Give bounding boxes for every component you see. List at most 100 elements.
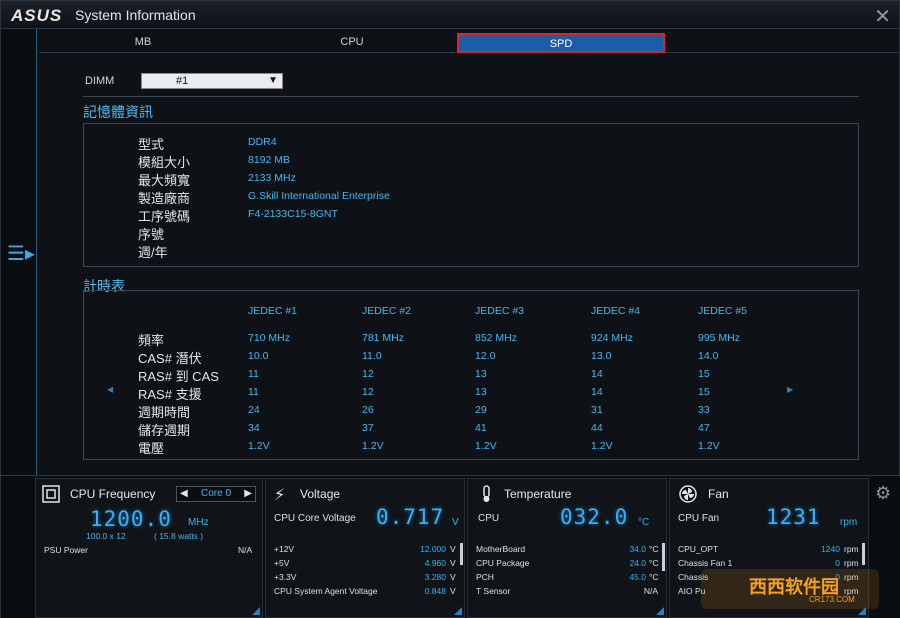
timing-cell: 33 [698,404,710,416]
timing-row-label: 儲存週期 [138,423,191,438]
voltage-row-label: +3.3V [274,572,297,582]
voltage-row-unit: V [450,586,456,596]
fan-row-unit: rpm [844,544,859,554]
cpu-frequency-panel[interactable]: CPU Frequency ◀ Core 0 ▶ 1200.0 MHz 100.… [35,478,263,618]
cpu-temperature-value: 032.0 [560,505,629,529]
asus-logo: ASUS [11,6,63,25]
cpu-frequency-value: 1200.0 [90,507,172,531]
temperature-panel[interactable]: Temperature CPU 032.0 °C MotherBoard 34.… [467,478,667,618]
timing-cell: 24 [248,404,260,416]
timing-cell: 44 [591,422,603,434]
cpu-core-voltage-value: 0.717 [376,505,445,529]
cpu-frequency-unit: MHz [188,517,209,528]
chevron-down-icon: ▼ [268,75,278,86]
dimm-selected-value: #1 [176,75,189,87]
tab-cpu[interactable]: CPU [247,33,457,53]
part-number-label: 工序號碼 [138,209,191,224]
temp-row-unit: °C [649,572,659,582]
voltage-row-value: 3.280 [424,572,446,582]
voltage-row-label: +12V [274,544,295,554]
memory-type-label: 型式 [138,137,165,152]
cpu-chip-icon [42,485,60,503]
core-next-icon[interactable]: ▶ [244,487,252,501]
voltage-row-label: +5V [274,558,290,568]
timing-cell: 924 MHz [591,332,634,344]
settings-gear-icon[interactable]: ⚙ [875,483,891,504]
temperature-scrollbar[interactable] [662,543,665,571]
timing-cell: 710 MHz [248,332,291,344]
expand-corner-icon[interactable] [656,607,664,615]
timing-cell: 1.2V [248,440,270,452]
timing-table-box: JEDEC #1 JEDEC #2 JEDEC #3 JEDEC #4 JEDE… [83,290,859,460]
timing-row-label: 頻率 [138,333,165,348]
dimm-select[interactable]: #1 ▼ [141,73,283,89]
temp-row-value: 24.0 [629,558,646,568]
temp-row-label: T Sensor [476,586,511,596]
timing-row-label: CAS# 潛伏 [138,351,202,366]
temperature-title: Temperature [504,487,572,501]
cpu-temperature-unit: °C [638,517,650,528]
tab-bar: MB CPU SPD [39,31,899,53]
core-prev-icon[interactable]: ◀ [180,487,188,501]
timing-cell: 12 [362,368,374,380]
timing-prev-arrow-icon[interactable]: ◀ [107,385,113,394]
fan-icon [679,485,697,503]
title-bar: ASUS System Information ✕ [1,1,899,29]
timing-header-2: JEDEC #2 [362,305,412,317]
timing-row-label: RAS# 支援 [138,387,202,402]
voltage-row-unit: V [450,544,456,554]
timing-cell: 47 [698,422,710,434]
memory-type-value: DDR4 [248,136,277,148]
timing-cell: 1.2V [698,440,720,452]
tab-mb[interactable]: MB [39,33,247,53]
memory-info-title: 記憶體資訊 [83,104,153,120]
timing-cell: 13 [475,368,487,380]
voltage-row-value: 0.848 [424,586,446,596]
expand-corner-icon[interactable] [454,607,462,615]
timing-cell: 13.0 [591,350,612,362]
timing-cell: 37 [362,422,374,434]
voltage-panel[interactable]: ⚡ Voltage CPU Core Voltage 0.717 V +12V … [265,478,465,618]
core-selected: Core 0 [200,488,231,499]
voltage-scrollbar[interactable] [460,543,463,565]
timing-cell: 13 [475,386,487,398]
timing-cell: 995 MHz [698,332,741,344]
close-icon[interactable]: ✕ [874,4,891,29]
watermark-sub: CR173.COM [809,595,855,604]
fan-row-unit: rpm [844,558,859,568]
timing-cell: 1.2V [591,440,613,452]
expand-corner-icon[interactable] [252,607,260,615]
cpu-temperature-label: CPU [478,513,500,524]
voltage-title: Voltage [300,487,341,501]
cpu-core-voltage-label: CPU Core Voltage [274,513,356,524]
timing-cell: 1.2V [362,440,384,452]
timing-cell: 1.2V [475,440,497,452]
temp-row-value: N/A [643,586,658,596]
menu-expand-icon[interactable]: ☰▸ [7,241,35,266]
thermometer-icon [483,485,490,502]
lightning-icon: ⚡ [274,487,286,504]
timing-cell: 12.0 [475,350,496,362]
week-year-label: 週/年 [138,245,168,260]
psu-power-label: PSU Power [44,545,88,555]
fan-scrollbar[interactable] [862,543,865,565]
timing-cell: 26 [362,404,374,416]
temp-row-unit: °C [649,544,659,554]
timing-cell: 11.0 [362,350,382,362]
timing-cell: 11 [248,386,259,398]
cpu-fan-value: 1231 [766,505,821,529]
timing-header-1: JEDEC #1 [248,305,298,317]
timing-cell: 10.0 [248,350,269,362]
tab-spd[interactable]: SPD [457,33,665,53]
timing-cell: 781 MHz [362,332,405,344]
manufacturer-value: G.Skill International Enterprise [248,190,390,202]
core-selector[interactable]: ◀ Core 0 ▶ [176,486,256,502]
fan-row-value: 0 [835,558,840,568]
cpu-core-voltage-unit: V [452,517,459,528]
left-rail: ☰▸ [1,29,37,475]
timing-cell: 41 [475,422,487,434]
voltage-row-label: CPU System Agent Voltage [274,586,378,596]
timing-header-3: JEDEC #3 [475,305,525,317]
timing-next-arrow-icon[interactable]: ▶ [787,385,793,394]
max-bandwidth-value: 2133 MHz [248,172,296,184]
